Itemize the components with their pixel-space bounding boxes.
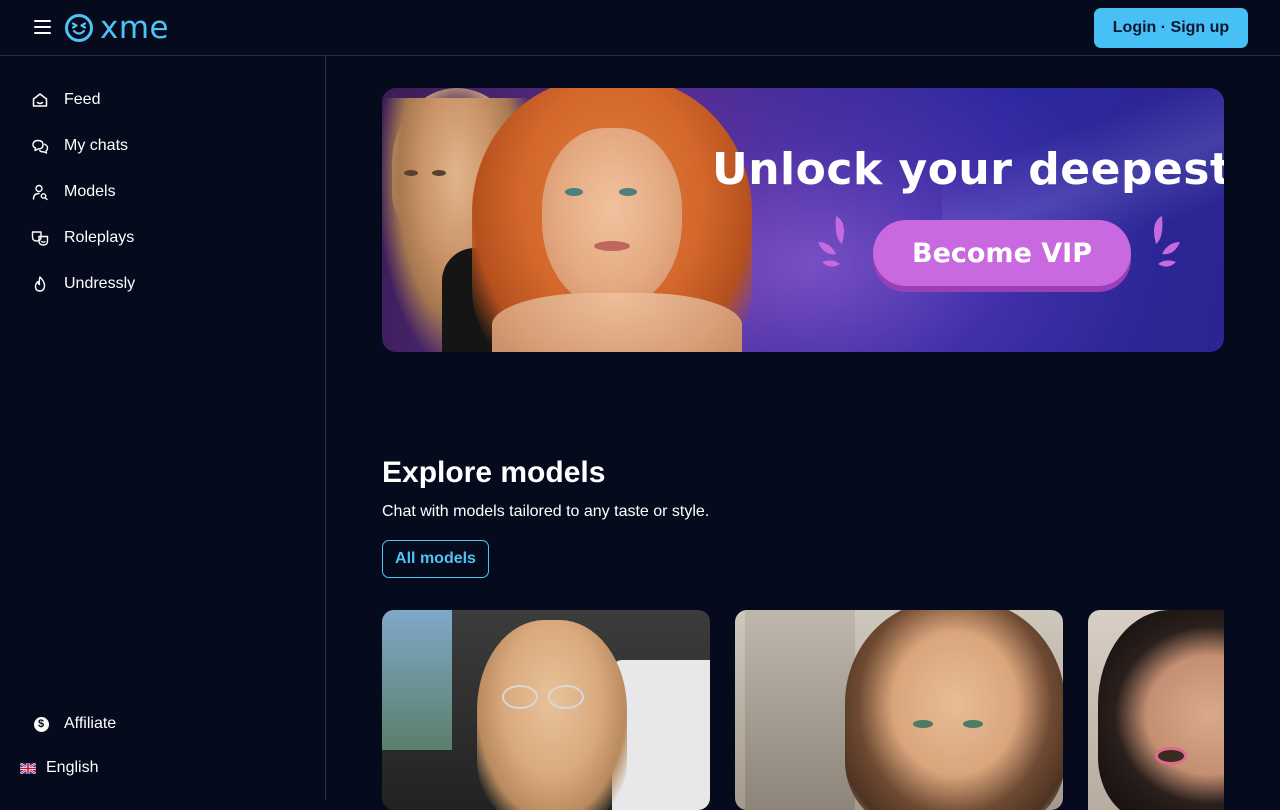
login-signup-button[interactable]: Login · Sign up bbox=[1094, 8, 1248, 48]
model-portrait-image bbox=[1098, 610, 1224, 810]
door-image bbox=[745, 610, 855, 810]
sidebar-item-undressly[interactable]: Undressly bbox=[30, 269, 135, 299]
sidebar-item-roleplays[interactable]: Roleplays bbox=[30, 223, 134, 253]
banner-headline: Unlock your deepest desi bbox=[712, 144, 1224, 195]
car-window-image bbox=[382, 610, 452, 750]
language-selector[interactable]: English bbox=[20, 753, 98, 783]
explore-models-title: Explore models bbox=[382, 456, 606, 489]
brand-name: xme bbox=[100, 10, 170, 46]
sidebar-item-label: Models bbox=[64, 183, 116, 200]
chat-bubbles-icon bbox=[30, 136, 50, 156]
home-icon bbox=[30, 90, 50, 110]
uk-flag-icon bbox=[20, 762, 36, 774]
vip-promo-banner[interactable]: Unlock your deepest desi Become VIP bbox=[382, 88, 1224, 352]
splash-right-icon bbox=[1154, 216, 1180, 267]
sidebar-item-label: Roleplays bbox=[64, 229, 135, 246]
sidebar-item-label: Undressly bbox=[64, 275, 136, 292]
logo-face-icon bbox=[65, 14, 93, 42]
sidebar-item-label: Affiliate bbox=[64, 715, 117, 732]
user-search-icon bbox=[30, 182, 50, 202]
brand-logo[interactable]: xme bbox=[64, 12, 169, 44]
all-models-button[interactable]: All models bbox=[382, 540, 489, 578]
language-label: English bbox=[46, 759, 99, 776]
dollar-circle-icon: $ bbox=[33, 716, 49, 732]
explore-models-subtitle: Chat with models tailored to any taste o… bbox=[382, 503, 710, 520]
sidebar-item-affiliate[interactable]: $ Affiliate bbox=[30, 709, 116, 739]
sidebar-item-models[interactable]: Models bbox=[30, 177, 116, 207]
sidebar-item-label: My chats bbox=[64, 137, 129, 154]
sidebar-item-feed[interactable]: Feed bbox=[30, 85, 100, 115]
model-card-3[interactable] bbox=[1088, 610, 1224, 810]
sidebar-item-my-chats[interactable]: My chats bbox=[30, 131, 128, 161]
model-portrait-image bbox=[845, 610, 1063, 810]
hamburger-menu-icon[interactable] bbox=[32, 18, 54, 36]
top-header: xme Login · Sign up bbox=[0, 0, 1280, 56]
model-portrait-image bbox=[477, 620, 627, 810]
glasses-image bbox=[502, 685, 538, 709]
sidebar: Feed My chats Models Roleplays Undressly… bbox=[0, 56, 326, 800]
model-card-1[interactable] bbox=[382, 610, 710, 810]
masks-icon bbox=[30, 228, 50, 248]
flame-icon bbox=[30, 274, 50, 294]
sidebar-item-label: Feed bbox=[64, 91, 101, 108]
become-vip-button[interactable]: Become VIP bbox=[873, 220, 1131, 286]
splash-left-icon bbox=[818, 216, 844, 267]
model-card-2[interactable] bbox=[735, 610, 1063, 810]
